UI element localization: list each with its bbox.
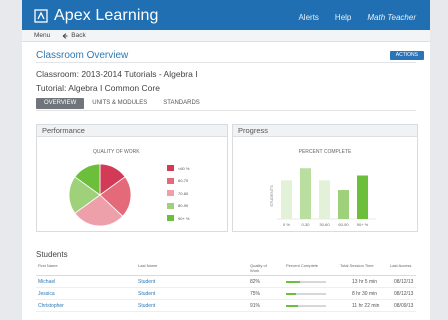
y-axis-label: STUDENTS <box>269 185 274 207</box>
page-title: Classroom Overview <box>36 50 129 61</box>
table-row[interactable]: Michael Student 82% 13 hr 5 min 08/12/13 <box>36 276 416 288</box>
student-first-name[interactable]: Christopher <box>38 303 64 309</box>
percent-complete-fill <box>286 305 298 307</box>
user-menu[interactable]: Math Teacher <box>367 13 416 22</box>
back-label: Back <box>71 32 86 39</box>
progress-bar-chart: STUDENTS 0 % 0-30 30-60 60-90 90+ % <box>269 168 376 227</box>
last-access: 08/12/13 <box>394 291 414 297</box>
back-arrow-icon <box>62 32 68 39</box>
legend-item: 90+ % <box>167 212 189 225</box>
progress-bar <box>300 168 311 219</box>
student-last-name[interactable]: Student <box>138 291 155 297</box>
session-time: 8 hr 30 min <box>352 291 378 297</box>
alerts-link[interactable]: Alerts <box>298 13 318 22</box>
menu-link[interactable]: Menu <box>34 32 50 39</box>
legend-item: <60 % <box>167 162 189 175</box>
percent-complete-bar <box>286 305 326 307</box>
legend-label: 90+ % <box>178 215 190 221</box>
apex-logo-icon <box>34 9 48 23</box>
progress-bar <box>357 175 368 219</box>
x-tick-label: 30-60 <box>319 222 330 227</box>
back-link[interactable]: Back <box>62 32 86 39</box>
legend-label: <60 % <box>178 165 190 171</box>
session-time: 13 hr 5 min <box>352 279 378 285</box>
col-quality[interactable]: Quality of Work <box>250 263 268 273</box>
col-last-access[interactable]: Last Access <box>390 263 411 268</box>
table-row[interactable]: Christopher Student 91% 11 hr 22 min 08/09/1… <box>36 300 416 312</box>
divider <box>36 62 416 63</box>
table-row[interactable]: Jessica Student 75% 8 hr 30 min 08/12/13 <box>36 288 416 300</box>
tab-units-modules[interactable]: UNITS & MODULES <box>84 98 155 109</box>
last-access: 08/12/13 <box>394 279 414 285</box>
student-last-name[interactable]: Student <box>138 303 155 309</box>
progress-bar <box>319 180 330 219</box>
progress-bar <box>281 180 292 219</box>
legend-item: 60-70 <box>167 175 189 188</box>
legend-swatch <box>167 202 174 209</box>
legend-swatch <box>167 177 174 184</box>
quality-pie-chart <box>68 163 132 227</box>
student-last-name[interactable]: Student <box>138 279 155 285</box>
pie-legend: <60 % 60-70 70-80 80-90 90+ % <box>167 162 189 225</box>
legend-label: 60-70 <box>178 178 189 184</box>
legend-swatch <box>167 165 174 172</box>
table-header: First Name Last Name Quality of Work Per… <box>36 258 416 276</box>
divider <box>36 110 416 111</box>
quality-value: 91% <box>250 303 261 309</box>
percent-complete-fill <box>286 293 296 295</box>
progress-panel: Progress PERCENT COMPLETE STUDENTS 0 % 0-3… <box>232 124 418 232</box>
session-time: 11 hr 22 min <box>352 303 380 309</box>
student-first-name[interactable]: Jessica <box>38 291 55 297</box>
tab-bar: OVERVIEW UNITS & MODULES STANDARDS <box>36 98 208 109</box>
quality-value: 82% <box>250 279 261 285</box>
sub-nav: Menu Back <box>22 30 430 42</box>
col-first-name[interactable]: First Name <box>38 263 58 268</box>
col-session-time[interactable]: Total Session Time <box>340 263 374 268</box>
legend-label: 80-90 <box>178 203 189 209</box>
col-last-name[interactable]: Last Name <box>138 263 157 268</box>
x-tick-label: 60-90 <box>338 222 349 227</box>
progress-bar <box>338 190 349 219</box>
tutorial-label: Tutorial: Algebra I Common Core <box>36 83 160 93</box>
legend-item: 80-90 <box>167 200 189 213</box>
legend-swatch <box>167 190 174 197</box>
top-nav: Alerts Help Math Teacher <box>298 13 416 22</box>
help-link[interactable]: Help <box>335 13 351 22</box>
legend-swatch <box>167 215 174 222</box>
app-logo[interactable]: Apex Learning <box>34 7 159 25</box>
students-table: First Name Last Name Quality of Work Per… <box>36 258 416 312</box>
legend-label: 70-80 <box>178 190 189 196</box>
percent-complete-bar <box>286 281 326 283</box>
x-tick-label: 0-30 <box>301 222 310 227</box>
percent-complete-fill <box>286 281 300 283</box>
last-access: 08/09/13 <box>394 303 414 309</box>
quality-value: 75% <box>250 291 261 297</box>
legend-item: 70-80 <box>167 187 189 200</box>
classroom-label: Classroom: 2013-2014 Tutorials - Algebra… <box>36 69 198 79</box>
tab-overview[interactable]: OVERVIEW <box>36 98 85 109</box>
performance-panel: Performance QUALITY OF WORK <60 % 60-70 70… <box>36 124 228 232</box>
tab-standards[interactable]: STANDARDS <box>155 98 208 109</box>
app-frame: Apex Learning Alerts Help Math Teacher M… <box>22 0 430 320</box>
x-tick-label: 0 % <box>283 222 290 227</box>
actions-button[interactable]: ACTIONS <box>389 51 424 60</box>
col-percent-complete[interactable]: Percent Complete <box>286 263 318 268</box>
student-first-name[interactable]: Michael <box>38 279 55 285</box>
x-tick-label: 90+ % <box>357 222 369 227</box>
app-name: Apex Learning <box>54 7 159 24</box>
percent-complete-bar <box>286 293 326 295</box>
